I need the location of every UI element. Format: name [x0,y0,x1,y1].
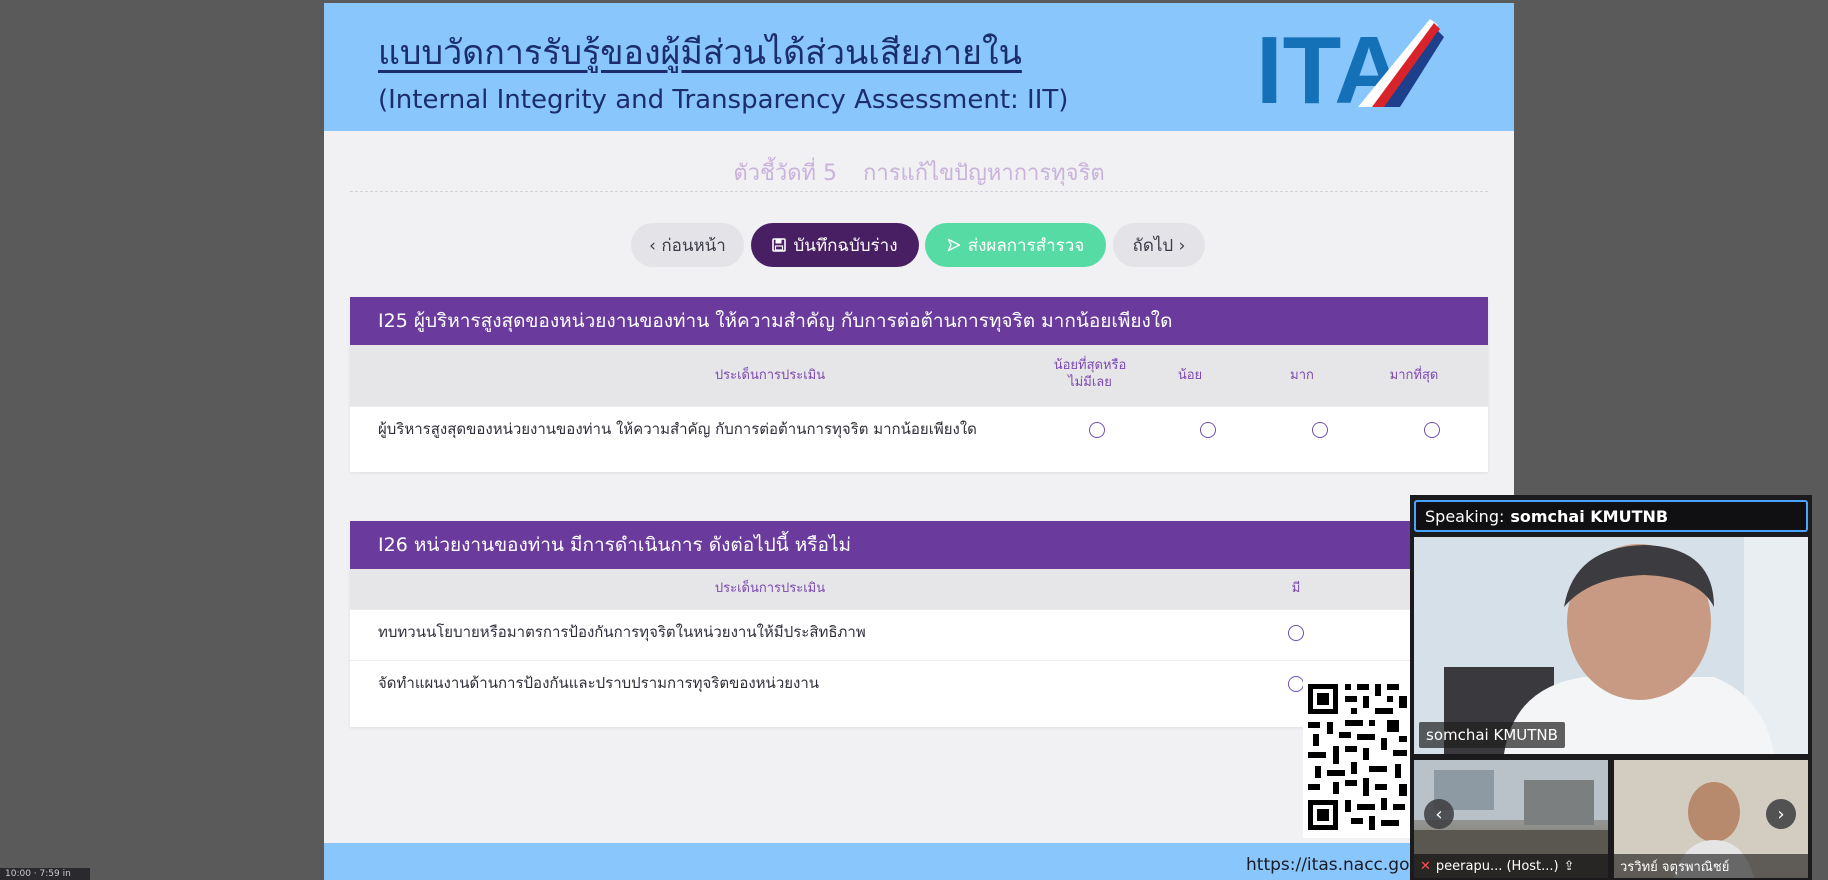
survey-subtitle: (Internal Integrity and Transparency Ass… [378,85,1069,115]
qr-code-image [1303,680,1411,838]
column-least-line1: น้อยที่สุดหรือ [1053,358,1127,373]
question-i25-title: I25 ผู้บริหารสูงสุดของหน่วยงานของท่าน ให… [350,297,1488,345]
header-banner: แบบวัดการรับรู้ของผู้มีส่วนได้ส่วนเสียภา… [324,3,1514,131]
indicator-heading: ตัวชี้วัดที่ 5 การแก้ไขปัญหาการทุจริต [324,155,1514,190]
submit-survey-button[interactable]: ส่งผลการสำรวจ [925,223,1106,267]
question-i25: I25 ผู้บริหารสูงสุดของหน่วยงานของท่าน ให… [350,297,1488,472]
indicator-number: ตัวชี้วัดที่ 5 [733,161,838,186]
previous-button[interactable]: ‹ ก่อนหน้า [631,223,744,267]
send-icon [947,238,960,252]
chevron-right-icon[interactable]: › [1766,799,1796,829]
mic-muted-icon: ✕ [1420,858,1431,874]
participant-name: วรวิทย์ จตุรพาณิชย์ [1620,859,1730,875]
speaking-name: somchai KMUTNB [1510,506,1669,526]
column-most: มากที่สุด [1389,368,1439,383]
row-issue-text: จัดทำแผนงานด้านการป้องกันและปราบปรามการท… [378,674,820,692]
radio-much[interactable] [1312,422,1328,438]
radio-most[interactable] [1424,422,1440,438]
next-button[interactable]: ถัดไป › [1113,223,1205,267]
speaking-indicator: Speaking: somchai KMUTNB [1414,500,1808,532]
submit-survey-label: ส่งผลการสำรวจ [967,235,1085,256]
question-i26-title: I26 หน่วยงานของท่าน มีการดำเนินการ ดังต่… [350,521,1488,569]
radio-yes[interactable] [1288,676,1304,692]
question-i26-table-header: ประเด็นการประเมิน มี [350,569,1488,609]
column-least: น้อยที่สุดหรือ ไม่มีเลย [1040,357,1140,391]
participant-label: ✕ peerapu... (Host...) ⇪ [1414,854,1608,878]
column-yes: มี [1291,581,1301,596]
question-i25-table-header: ประเด็นการประเมิน น้อยที่สุดหรือ ไม่มีเล… [350,345,1488,406]
row-issue-text: ทบทวนนโยบายหรือมาตรการป้องกันการทุจริตใน… [378,623,866,641]
column-much: มาก [1290,368,1314,383]
video-call-panel: Speaking: somchai KMUTNB somchai KMUTNB ✕… [1410,495,1812,880]
next-button-label: ถัดไป › [1132,235,1186,256]
active-speaker-video[interactable]: somchai KMUTNB [1414,537,1808,754]
status-clock: 10:00 · 7:59 in [0,868,90,880]
share-screen-icon: ⇪ [1563,858,1575,874]
chevron-left-icon[interactable]: ‹ [1424,799,1454,829]
indicator-name: การแก้ไขปัญหาการทุจริต [863,161,1105,186]
save-draft-label: บันทึกฉบับร่าง [793,235,898,256]
radio-yes[interactable] [1288,625,1304,641]
save-draft-button[interactable]: บันทึกฉบับร่าง [751,223,919,267]
radio-least[interactable] [1089,422,1105,438]
participant-label: วรวิทย์ จตุรพาณิชย์ [1614,854,1808,878]
footer-bar: https://itas.nacc.go.th/ [324,843,1514,880]
column-little: น้อย [1177,368,1203,383]
divider [350,191,1488,192]
column-issue: ประเด็นการประเมิน [714,581,826,596]
row-issue-text: ผู้บริหารสูงสุดของหน่วยงานของท่าน ให้ควา… [378,420,977,438]
column-least-line2: ไม่มีเลย [1068,375,1112,390]
radio-little[interactable] [1200,422,1216,438]
footer-url: https://itas.nacc.go.th/ [1246,855,1438,875]
previous-button-label: ‹ ก่อนหน้า [649,235,726,256]
participant-name: peerapu... (Host...) [1435,858,1559,874]
ita-logo: ITA [1256,17,1444,117]
speaking-label: Speaking: [1425,506,1505,526]
floppy-disk-icon [772,238,787,252]
table-row: ทบทวนนโยบายหรือมาตรการป้องกันการทุจริตใน… [350,609,1488,660]
table-row: ผู้บริหารสูงสุดของหน่วยงานของท่าน ให้ควา… [350,406,1488,457]
active-speaker-name: somchai KMUTNB [1419,722,1565,748]
survey-title: แบบวัดการรับรู้ของผู้มีส่วนได้ส่วนเสียภา… [378,33,1022,73]
column-issue: ประเด็นการประเมิน [714,368,826,383]
